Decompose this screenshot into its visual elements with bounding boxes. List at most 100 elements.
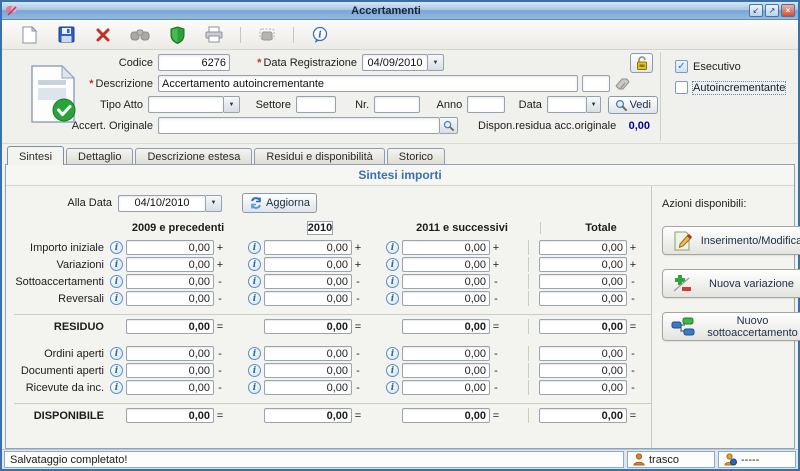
amount-field[interactable]: 0,00 — [539, 291, 627, 306]
alla-data-dropdown[interactable]: ▼ — [206, 195, 222, 212]
amount-field[interactable]: 0,00 — [264, 346, 352, 361]
info-icon[interactable]: i — [110, 258, 123, 271]
info-icon[interactable]: i — [110, 241, 123, 254]
info-icon[interactable]: i — [248, 241, 261, 254]
codice-field[interactable] — [158, 54, 230, 71]
info-icon[interactable]: i — [386, 241, 399, 254]
amount-field[interactable]: 0,00 — [126, 291, 214, 306]
amount-field[interactable]: 0,00 — [539, 380, 627, 395]
info-button[interactable]: i — [309, 24, 331, 46]
amount-field[interactable]: 0,00 — [264, 240, 352, 255]
amount-field[interactable]: 0,00 — [126, 380, 214, 395]
amount-field[interactable]: 0,00 — [539, 363, 627, 378]
vedi-button[interactable]: Vedi — [608, 96, 658, 114]
info-icon[interactable]: i — [248, 347, 261, 360]
nuovo-sottoaccertamento-button[interactable]: Nuovo sottoaccertamento — [662, 312, 800, 341]
amount-field[interactable]: 0,00 — [402, 291, 490, 306]
amount-field[interactable]: 0,00 — [264, 380, 352, 395]
amount-field[interactable]: 0,00 — [264, 363, 352, 378]
print-button[interactable] — [203, 24, 225, 46]
amount-field[interactable]: 0,00 — [539, 274, 627, 289]
data-registrazione-dropdown[interactable]: ▼ — [428, 54, 444, 71]
info-icon[interactable]: i — [386, 292, 399, 305]
tab-descrizione-estesa[interactable]: Descrizione estesa — [135, 148, 252, 165]
info-icon[interactable]: i — [386, 275, 399, 288]
amount-field[interactable]: 0,00 — [402, 257, 490, 272]
accert-originale-field[interactable] — [158, 117, 440, 134]
nuova-variazione-button[interactable]: Nuova variazione — [662, 269, 800, 298]
amount-field[interactable]: 0,00 — [402, 408, 490, 423]
nr-field[interactable] — [374, 96, 420, 113]
tab-residui-e-disponibilit-[interactable]: Residui e disponibilità — [254, 148, 384, 165]
amount-field[interactable]: 0,00 — [264, 291, 352, 306]
amount-field[interactable]: 0,00 — [402, 240, 490, 255]
info-icon[interactable]: i — [248, 364, 261, 377]
checkbox-unchecked-icon[interactable] — [675, 81, 688, 94]
amount-field[interactable]: 0,00 — [264, 257, 352, 272]
amount-field[interactable]: 0,00 — [539, 319, 627, 334]
info-icon[interactable]: i — [110, 275, 123, 288]
amount-field[interactable]: 0,00 — [539, 240, 627, 255]
tab-dettaglio[interactable]: Dettaglio — [66, 148, 133, 165]
amount-field[interactable]: 0,00 — [539, 408, 627, 423]
save-button[interactable] — [55, 24, 77, 46]
checkbox-checked-icon[interactable]: ✓ — [675, 60, 688, 73]
accert-originale-search-button[interactable] — [440, 117, 458, 134]
amount-field[interactable]: 0,00 — [126, 257, 214, 272]
anno-field[interactable] — [467, 96, 505, 113]
amount-field[interactable]: 0,00 — [402, 319, 490, 334]
info-icon[interactable]: i — [110, 347, 123, 360]
lock-button[interactable] — [630, 53, 653, 73]
amount-field[interactable]: 0,00 — [126, 240, 214, 255]
amount-field[interactable]: 0,00 — [402, 346, 490, 361]
amount-field[interactable]: 0,00 — [264, 408, 352, 423]
stamp-button[interactable] — [256, 24, 278, 46]
amount-field[interactable]: 0,00 — [126, 408, 214, 423]
restore-down-button[interactable]: ↙ — [749, 4, 763, 17]
descrizione-field[interactable] — [158, 75, 578, 92]
tab-storico[interactable]: Storico — [387, 148, 445, 165]
tab-sintesi[interactable]: Sintesi — [7, 146, 64, 165]
amount-field[interactable]: 0,00 — [126, 319, 214, 334]
security-button[interactable] — [166, 24, 188, 46]
info-icon[interactable]: i — [248, 258, 261, 271]
descrizione-extra-field[interactable] — [582, 75, 610, 92]
amount-field[interactable]: 0,00 — [264, 274, 352, 289]
search-button[interactable] — [129, 24, 151, 46]
delete-button[interactable] — [92, 24, 114, 46]
close-button[interactable]: × — [781, 4, 795, 17]
aggiorna-button[interactable]: Aggiorna — [242, 193, 317, 213]
data-field[interactable] — [547, 96, 587, 113]
inserimento-modifica-button[interactable]: Inserimento/Modifica — [662, 226, 800, 255]
info-icon[interactable]: i — [110, 292, 123, 305]
eraser-icon[interactable] — [615, 77, 630, 90]
info-icon[interactable]: i — [386, 364, 399, 377]
amount-field[interactable]: 0,00 — [402, 363, 490, 378]
data-registrazione-field[interactable] — [362, 54, 428, 71]
amount-field[interactable]: 0,00 — [402, 380, 490, 395]
amount-field[interactable]: 0,00 — [126, 363, 214, 378]
tipo-atto-select[interactable]: ▼ — [148, 96, 240, 113]
alla-data-field[interactable] — [118, 195, 206, 212]
info-icon[interactable]: i — [386, 347, 399, 360]
info-icon[interactable]: i — [248, 275, 261, 288]
info-icon[interactable]: i — [386, 258, 399, 271]
amount-field[interactable]: 0,00 — [539, 346, 627, 361]
tipo-atto-dropdown[interactable]: ▼ — [224, 96, 240, 113]
info-icon[interactable]: i — [110, 364, 123, 377]
new-document-button[interactable] — [18, 24, 40, 46]
amount-field[interactable]: 0,00 — [264, 319, 352, 334]
info-icon[interactable]: i — [110, 381, 123, 394]
amount-field[interactable]: 0,00 — [126, 274, 214, 289]
data-dropdown[interactable]: ▼ — [587, 96, 601, 113]
info-icon[interactable]: i — [248, 381, 261, 394]
autoincrementante-checkbox[interactable]: Autoincrementante — [675, 81, 796, 94]
restore-up-button[interactable]: ↗ — [765, 4, 779, 17]
amount-field[interactable]: 0,00 — [126, 346, 214, 361]
settore-field[interactable] — [296, 96, 336, 113]
info-icon[interactable]: i — [248, 292, 261, 305]
esecutivo-checkbox[interactable]: ✓ Esecutivo — [675, 60, 796, 73]
amount-field[interactable]: 0,00 — [539, 257, 627, 272]
amount-field[interactable]: 0,00 — [402, 274, 490, 289]
info-icon[interactable]: i — [386, 381, 399, 394]
